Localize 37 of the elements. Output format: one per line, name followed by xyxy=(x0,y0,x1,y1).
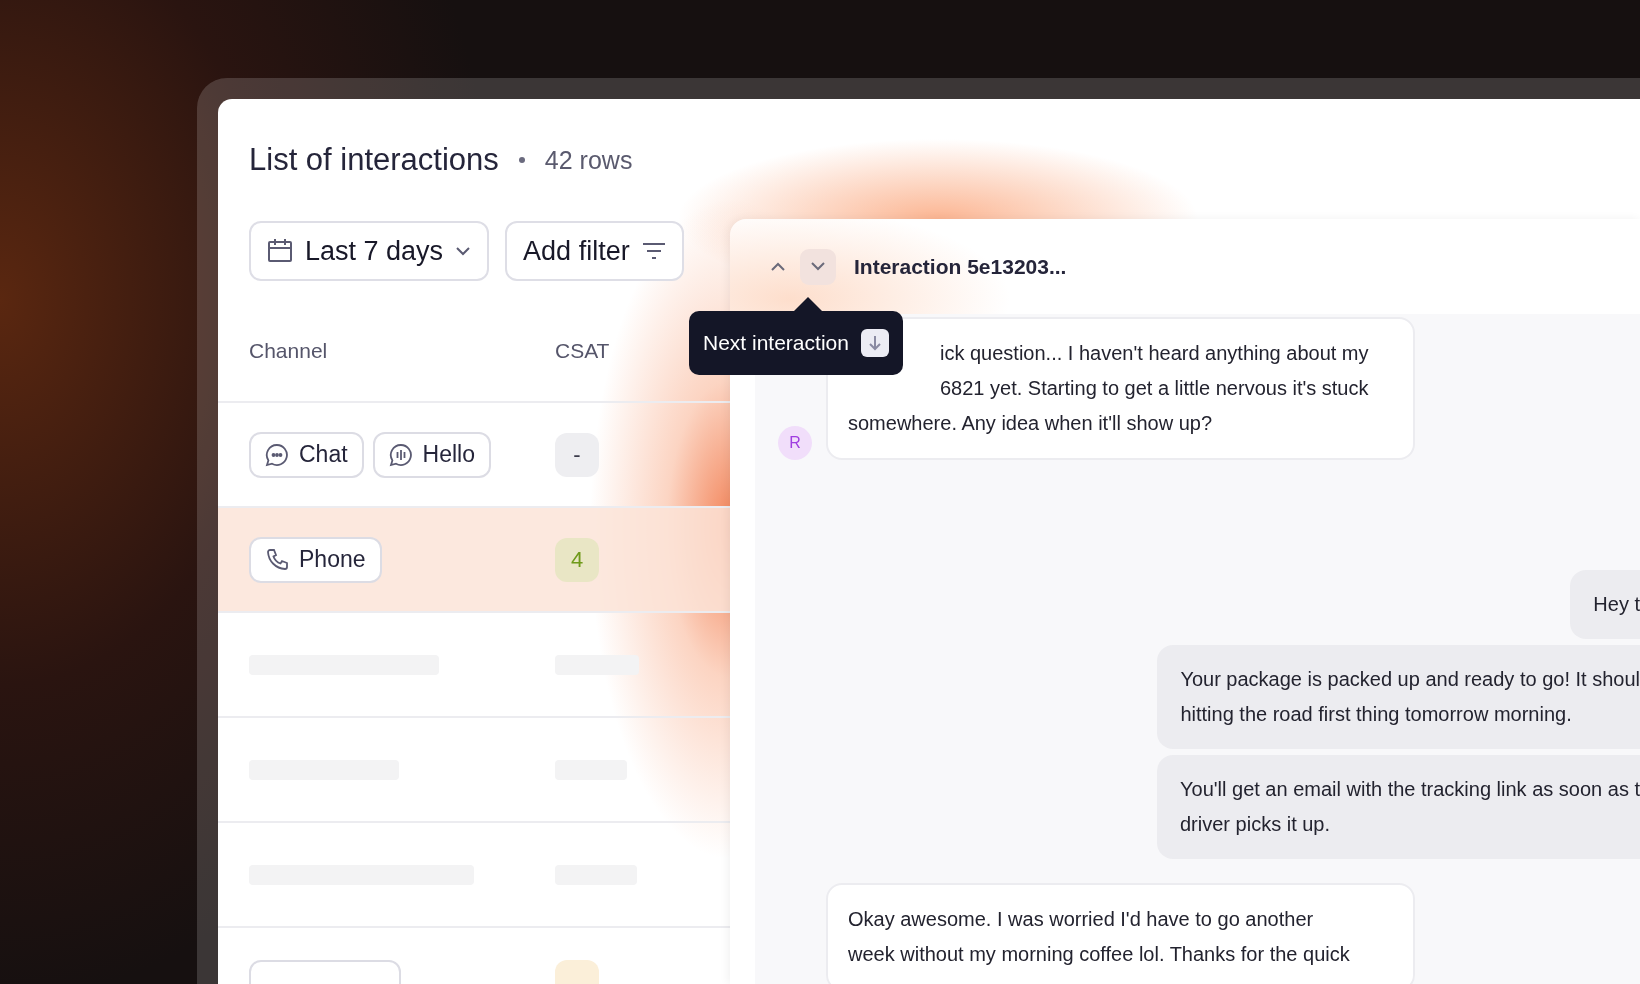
csat-badge: 4 xyxy=(555,537,599,582)
message-line: Your package is packed up and ready to go! It shoul xyxy=(1180,667,1640,692)
avatar: R xyxy=(778,426,812,460)
add-filter-button[interactable]: Add filter xyxy=(505,221,684,281)
message-line: You'll get an email with the tracking link as soon as t xyxy=(1180,777,1640,802)
message-line: ick question... I haven't heard anything about my xyxy=(940,341,1369,366)
date-range-dropdown[interactable]: Last 7 days xyxy=(249,221,490,281)
message-line: 6821 yet. Starting to get a little nervous it's stuck xyxy=(940,376,1369,401)
channel-tag: Phone xyxy=(249,536,382,583)
tooltip-text: Next interaction xyxy=(703,331,849,355)
csat-badge: - xyxy=(555,432,599,477)
phone-icon xyxy=(265,547,289,572)
message-line: Okay awesome. I was worried I'd have to go another xyxy=(848,907,1315,932)
message-line: somewhere. Any idea when it'll show up? xyxy=(848,411,1214,436)
message-line: driver picks it up. xyxy=(1180,812,1332,837)
arrow-down-key-icon xyxy=(860,329,889,357)
selected-row[interactable]: Phone 4 xyxy=(218,508,730,613)
message-line: hitting the road first thing tomorrow morning. xyxy=(1180,702,1573,727)
row-count: 42 rows xyxy=(544,145,633,175)
interaction-title: Interaction 5e13203... xyxy=(854,254,1067,279)
channel-tag: Chat xyxy=(249,431,364,478)
column-header: Channel xyxy=(249,339,329,363)
table-row[interactable]: Chat Hello - xyxy=(218,403,730,508)
message-line: week without my morning coffee lol. Thanks for the quick xyxy=(848,942,1351,967)
column-header: CSAT xyxy=(555,339,610,363)
separator-dot xyxy=(518,157,525,163)
channel-tag: Hello xyxy=(372,431,491,478)
voice-bubble-icon xyxy=(388,442,413,467)
message-line: Hey t xyxy=(1593,592,1640,617)
calendar-icon xyxy=(267,238,293,264)
next-button[interactable] xyxy=(800,248,836,285)
chevron-down-icon xyxy=(455,246,472,256)
chevron-up-icon xyxy=(771,262,785,271)
filter-icon xyxy=(641,242,666,260)
chevron-down-icon xyxy=(811,262,825,271)
chat-bubble-icon xyxy=(265,442,289,467)
list-title: List of interactions xyxy=(249,142,499,178)
